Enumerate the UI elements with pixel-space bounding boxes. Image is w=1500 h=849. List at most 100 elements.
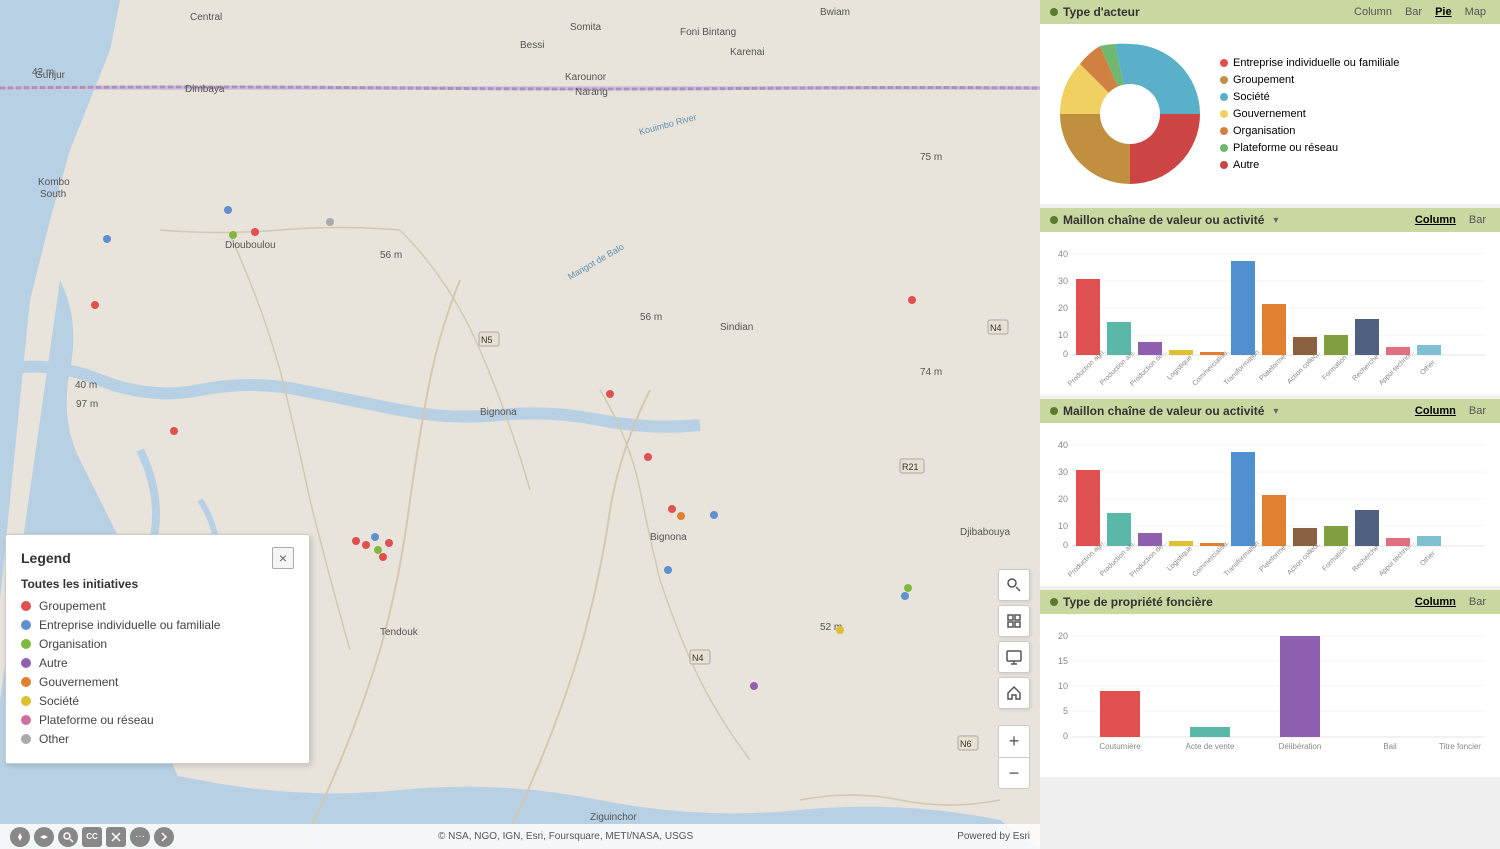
zoom-out-button[interactable]: −: [998, 757, 1030, 789]
bar-chart-section-2: 40 30 20 10 0 Production agri. Productio…: [1040, 423, 1500, 586]
svg-text:30: 30: [1058, 467, 1068, 477]
bar-chart-1-svg: 40 30 20 10 0 Production agri. Productio…: [1050, 242, 1490, 387]
place-karenai: Karenai: [730, 47, 764, 58]
map-dot: [103, 235, 111, 243]
powered-by-esri: Powered by Esri: [957, 831, 1030, 842]
map-dot: [379, 553, 387, 561]
section1-btn-map[interactable]: Map: [1461, 5, 1490, 19]
place-somita: Somita: [570, 22, 602, 33]
pie-label-entreprise: Entreprise individuelle ou familiale: [1233, 57, 1399, 69]
place-bessi: Bessi: [520, 40, 544, 51]
right-panel: Type d'acteur Column Bar Pie Map: [1040, 0, 1500, 849]
svg-text:Délibération: Délibération: [1279, 742, 1322, 751]
zoom-in-button[interactable]: +: [998, 725, 1030, 757]
section2-btn-column[interactable]: Column: [1411, 213, 1460, 227]
svg-text:Acte de vente: Acte de vente: [1186, 742, 1235, 751]
svg-text:Logistique: Logistique: [1166, 354, 1194, 382]
pie-legend-autre: Autre: [1220, 159, 1399, 171]
place-tendouk: Tendouk: [380, 627, 419, 638]
map-dot: [904, 584, 912, 592]
pie-legend: Entreprise individuelle ou familiale Gro…: [1220, 57, 1399, 171]
legend-item-gouvernement: Gouvernement: [21, 675, 294, 689]
elev-42: 42 m: [32, 67, 54, 78]
screen-button[interactable]: [998, 641, 1030, 673]
section4-btn-bar[interactable]: Bar: [1465, 595, 1490, 609]
section3-btn-column[interactable]: Column: [1411, 404, 1460, 418]
svg-text:Recherche: Recherche: [1351, 353, 1380, 382]
road-n4: N4: [990, 323, 1002, 333]
section-maillon-1: Maillon chaîne de valeur ou activité ▾ C…: [1040, 208, 1500, 395]
legend-item-societe: Société: [21, 694, 294, 708]
svg-text:20: 20: [1058, 303, 1068, 313]
svg-text:0: 0: [1063, 540, 1068, 550]
home-button[interactable]: [998, 677, 1030, 709]
place-karounor: Karounor: [565, 72, 607, 83]
section4-btn-column[interactable]: Column: [1411, 595, 1460, 609]
section2-filter[interactable]: ▾: [1273, 215, 1278, 226]
legend-label-other: Other: [39, 732, 69, 746]
legend-title: Legend: [21, 550, 71, 566]
pie-chart-svg: [1050, 34, 1210, 194]
svg-text:10: 10: [1058, 330, 1068, 340]
svg-text:Action collect.: Action collect.: [1286, 350, 1322, 386]
pie-dot-gouvernement: [1220, 110, 1228, 118]
location-off-icon[interactable]: [106, 827, 126, 847]
section1-btn-bar[interactable]: Bar: [1401, 5, 1426, 19]
map-container[interactable]: Central Bwiam Foni Bintang Karenai Bessi…: [0, 0, 1040, 849]
svg-text:Action collect.: Action collect.: [1286, 541, 1322, 577]
section3-title: Maillon chaîne de valeur ou activité: [1063, 404, 1264, 418]
place-kombo-south: Kombo: [38, 177, 70, 188]
forward-icon[interactable]: [154, 827, 174, 847]
svg-text:Coutumière: Coutumière: [1099, 742, 1141, 751]
place-central: Central: [190, 12, 222, 23]
map-dot: [352, 537, 360, 545]
pie-dot-autre: [1220, 161, 1228, 169]
svg-text:Formation: Formation: [1321, 354, 1348, 381]
search-map-button[interactable]: [998, 569, 1030, 601]
pie-dot-plateforme: [1220, 144, 1228, 152]
section-type-acteur: Type d'acteur Column Bar Pie Map: [1040, 0, 1500, 204]
pie-legend-plateforme: Plateforme ou réseau: [1220, 142, 1399, 154]
map-dot: [251, 228, 259, 236]
extent-button[interactable]: [998, 605, 1030, 637]
section2-title: Maillon chaîne de valeur ou activité: [1063, 213, 1264, 227]
place-foni-bintang: Foni Bintang: [680, 27, 736, 38]
legend-item-autre: Autre: [21, 656, 294, 670]
svg-text:Plateforme: Plateforme: [1258, 544, 1287, 573]
place-bignona: Bignona: [650, 532, 687, 543]
section3-filter[interactable]: ▾: [1273, 406, 1278, 417]
elev-74: 74 m: [920, 367, 942, 378]
nav-icon-1[interactable]: [10, 827, 30, 847]
map-dot: [91, 301, 99, 309]
zoom-controls: + −: [998, 725, 1030, 789]
svg-text:Recherche: Recherche: [1351, 544, 1380, 573]
pie-label-societe: Société: [1233, 91, 1270, 103]
map-dot: [229, 231, 237, 239]
svg-text:20: 20: [1058, 631, 1068, 641]
section1-btn-pie[interactable]: Pie: [1431, 5, 1456, 19]
legend-label-plateforme: Plateforme ou réseau: [39, 713, 154, 727]
section1-btn-column[interactable]: Column: [1350, 5, 1396, 19]
map-dot: [371, 533, 379, 541]
legend-dot-other: [21, 734, 31, 744]
search-icon[interactable]: [58, 827, 78, 847]
legend-item-other: Other: [21, 732, 294, 746]
section3-btn-bar[interactable]: Bar: [1465, 404, 1490, 418]
legend-close-button[interactable]: ×: [272, 547, 294, 569]
section-maillon-2: Maillon chaîne de valeur ou activité ▾ C…: [1040, 399, 1500, 586]
section2-btn-bar[interactable]: Bar: [1465, 213, 1490, 227]
place-dimbaya: Dimbaya: [185, 84, 225, 95]
legend-label-gouvernement: Gouvernement: [39, 675, 118, 689]
legend-subtitle: Toutes les initiatives: [21, 577, 294, 591]
road-n6: N6: [960, 739, 972, 749]
nav-icon-2[interactable]: [34, 827, 54, 847]
more-icon[interactable]: ···: [130, 827, 150, 847]
elev-97: 97 m: [76, 399, 98, 410]
map-dot: [750, 682, 758, 690]
road-r21: R21: [902, 462, 919, 472]
cc-icon[interactable]: CC: [82, 827, 102, 847]
elev-56b: 56 m: [640, 312, 662, 323]
svg-text:10: 10: [1058, 681, 1068, 691]
map-dot: [644, 453, 652, 461]
place-bwiam: Bwiam: [820, 7, 850, 18]
